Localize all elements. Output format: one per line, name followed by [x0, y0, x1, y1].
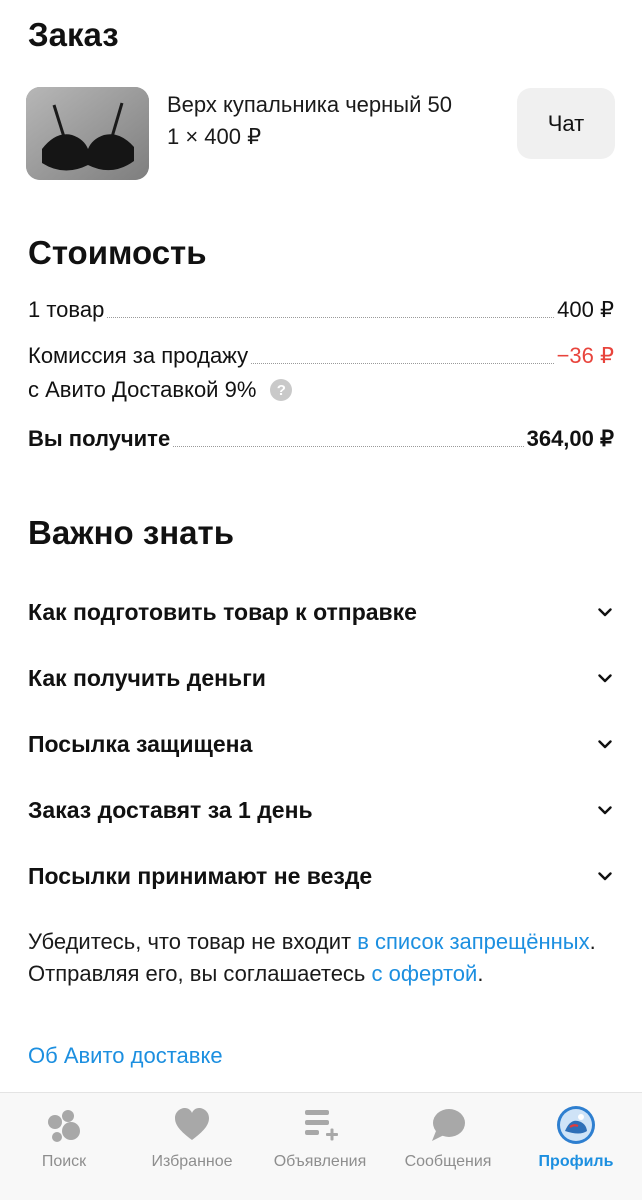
tab-label: Сообщения [404, 1153, 492, 1170]
accordion-item-get-money[interactable]: Как получить деньги [28, 658, 616, 698]
commission-detail: с Авито Доставкой 9% ? [28, 377, 293, 403]
tab-label: Поиск [41, 1153, 87, 1170]
bottom-tab-bar: Поиск Избранное Объявления Сообщения Про… [0, 1092, 642, 1200]
accordion-item-protected[interactable]: Посылка защищена [28, 724, 616, 764]
tab-profile[interactable]: Профиль [512, 1093, 640, 1200]
tab-favorites[interactable]: Избранное [128, 1093, 256, 1200]
tab-label: Профиль [538, 1153, 614, 1170]
chevron-down-icon [594, 865, 616, 887]
total-label: Вы получите [28, 426, 171, 451]
tab-listings[interactable]: Объявления [256, 1093, 384, 1200]
swimsuit-top-image [26, 87, 149, 180]
cost-row-commission: Комиссия за продажу −36 ₽ [28, 343, 614, 369]
chat-button[interactable]: Чат [517, 88, 615, 159]
offer-link[interactable]: с офертой [372, 961, 478, 986]
disclaimer-text: Убедитесь, что товар не входит в список … [28, 926, 608, 990]
profile-avatar-icon [556, 1105, 596, 1145]
accordion-label: Посылки принимают не везде [28, 862, 373, 889]
chevron-down-icon [594, 601, 616, 623]
accordion-item-not-everywhere[interactable]: Посылки принимают не везде [28, 856, 616, 896]
accordion-label: Как подготовить товар к отправке [28, 598, 417, 625]
commission-label-2: с Авито Доставкой 9% [28, 377, 257, 402]
tab-messages[interactable]: Сообщения [384, 1093, 512, 1200]
cost-title: Стоимость [28, 234, 207, 271]
tab-label: Объявления [273, 1153, 367, 1170]
heart-icon [172, 1105, 212, 1145]
disclaimer-part-1: Убедитесь, что товар не входит [28, 929, 358, 954]
chevron-down-icon [594, 799, 616, 821]
cost-row-total: Вы получите 364,00 ₽ [28, 426, 614, 452]
disclaimer-part-3: . [477, 961, 484, 986]
product-image[interactable] [26, 87, 149, 180]
commission-label: Комиссия за продажу [28, 343, 249, 368]
accordion-label: Заказ доставят за 1 день [28, 796, 313, 823]
items-label: 1 товар [28, 297, 105, 322]
product-quantity-price: 1 × 400 ₽ [167, 124, 262, 149]
accordion-item-prepare[interactable]: Как подготовить товар к отправке [28, 592, 616, 632]
commission-value: −36 ₽ [556, 343, 614, 368]
tab-label: Избранное [151, 1153, 233, 1170]
accordion-label: Посылка защищена [28, 730, 253, 757]
about-avito-delivery-link[interactable]: Об Авито доставке [28, 1043, 223, 1069]
items-value: 400 ₽ [557, 297, 614, 322]
accordion-label: Как получить деньги [28, 664, 266, 691]
dotted-leader [173, 446, 524, 447]
listings-icon [300, 1105, 340, 1145]
question-icon[interactable]: ? [270, 379, 293, 401]
dotted-leader [107, 317, 555, 318]
prohibited-list-link[interactable]: в список запрещённых [357, 929, 589, 954]
order-title: Заказ [28, 16, 119, 53]
important-title: Важно знать [28, 514, 234, 551]
tab-search[interactable]: Поиск [0, 1093, 128, 1200]
chevron-down-icon [594, 667, 616, 689]
product-name[interactable]: Верх купальника черный 50 [167, 92, 452, 118]
chevron-down-icon [594, 733, 616, 755]
accordion-item-delivery-time[interactable]: Заказ доставят за 1 день [28, 790, 616, 830]
messages-icon [428, 1105, 468, 1145]
dotted-leader [251, 363, 554, 364]
total-value: 364,00 ₽ [526, 426, 614, 451]
cost-row-items: 1 товар 400 ₽ [28, 297, 614, 323]
search-icon [44, 1105, 84, 1145]
